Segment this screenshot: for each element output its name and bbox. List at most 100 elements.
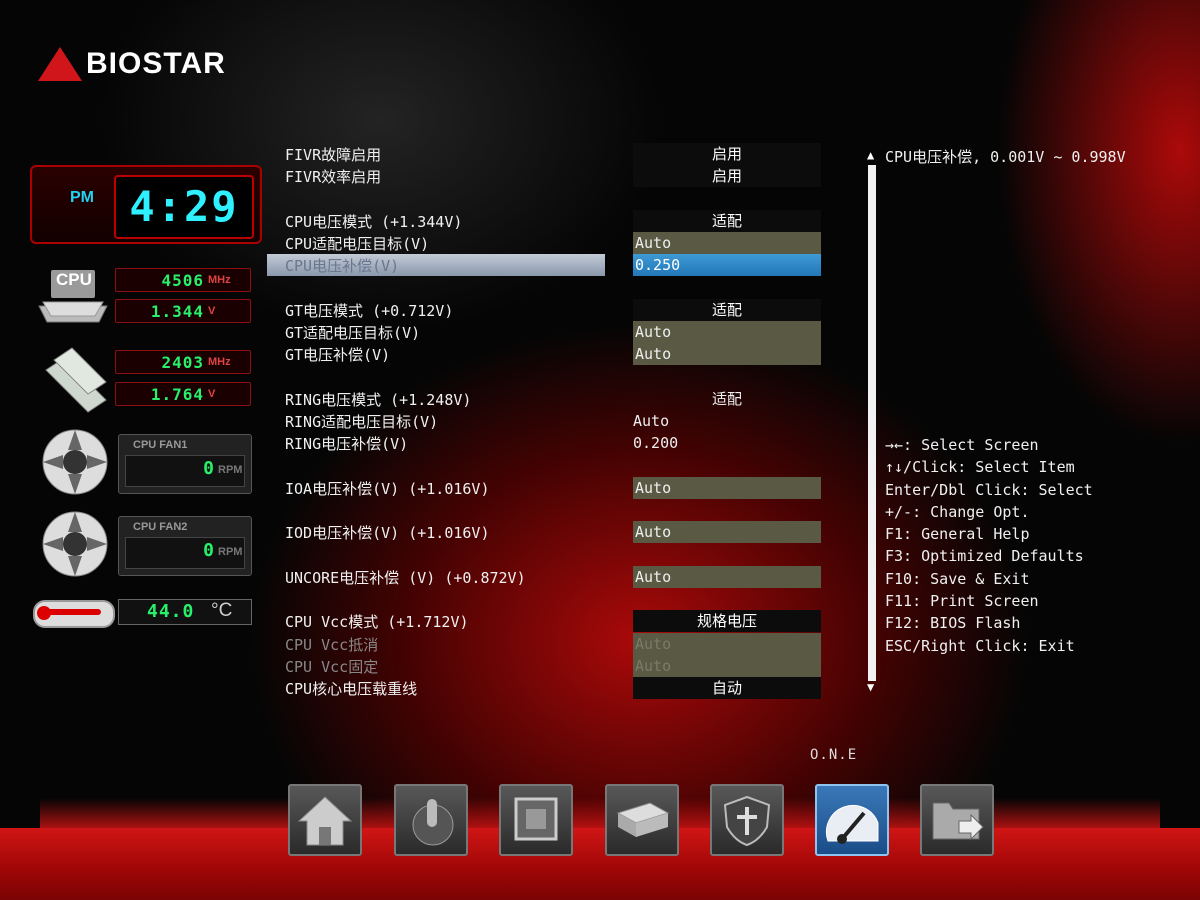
- setting-cpu-adaptive-target[interactable]: CPU适配电压目标(V) Auto: [285, 232, 825, 254]
- setting-iod-voltage-offset[interactable]: IOD电压补偿(V) (+1.016V) Auto: [285, 521, 825, 543]
- fan-display: 0 RPM: [125, 537, 245, 569]
- clock-panel: PM 4:29: [30, 165, 262, 244]
- scroll-down-arrow-icon[interactable]: ▼: [867, 680, 874, 694]
- setting-label: CPU核心电压载重线: [285, 680, 418, 698]
- fan-title: CPU FAN1: [133, 439, 188, 451]
- key-hint: F10: Save & Exit: [885, 569, 1030, 588]
- key-hint: ↑↓/Click: Select Item: [885, 458, 1075, 477]
- setting-cpu-vcc-mode[interactable]: CPU Vcc模式 (+1.712V) 规格电压: [285, 610, 825, 632]
- setting-cpu-core-loadline[interactable]: CPU核心电压载重线 自动: [285, 677, 825, 699]
- key-hint: →←: Select Screen: [885, 436, 1039, 454]
- setting-label: IOD电压补偿(V) (+1.016V): [285, 524, 490, 542]
- joystick-icon: [412, 799, 454, 846]
- setting-value[interactable]: 适配: [633, 388, 821, 410]
- speedometer-icon: [825, 804, 879, 844]
- memory-voltage-unit: V: [208, 388, 216, 400]
- brand-name: BIOSTAR: [86, 47, 226, 80]
- setting-cpu-vcc-offset: CPU Vcc抵消 Auto: [285, 633, 825, 655]
- memory-frequency-value: 2403: [161, 352, 204, 372]
- setting-value[interactable]: Auto: [633, 521, 821, 543]
- key-hint: F11: Print Screen: [885, 592, 1039, 611]
- help-description: CPU电压补偿, 0.001V ~ 0.998V: [885, 148, 1126, 166]
- nav-chipset-button[interactable]: [499, 784, 573, 856]
- setting-label: RING适配电压目标(V): [285, 413, 439, 431]
- temperature-unit: °C: [211, 600, 233, 621]
- nav-boot-button[interactable]: [605, 784, 679, 856]
- memory-voltage-readout: 1.764 V: [115, 382, 251, 406]
- thermometer-bulb: [37, 606, 51, 620]
- scrollbar-thumb[interactable]: [868, 165, 876, 681]
- setting-value[interactable]: Auto: [633, 321, 821, 343]
- setting-label: UNCORE电压补偿 (V) (+0.872V): [285, 569, 526, 587]
- setting-value[interactable]: Auto: [633, 232, 821, 254]
- fan-icon: [42, 429, 108, 495]
- setting-value: Auto: [633, 655, 821, 677]
- nav-one-button[interactable]: [815, 784, 889, 856]
- drives-icon: [616, 802, 670, 837]
- setting-value[interactable]: 自动: [633, 677, 821, 699]
- setting-ring-voltage-offset[interactable]: RING电压补偿(V) 0.200: [285, 432, 825, 454]
- setting-value[interactable]: 启用: [633, 143, 821, 165]
- setting-value[interactable]: Auto: [633, 343, 821, 365]
- setting-label: IOA电压补偿(V) (+1.016V): [285, 480, 490, 498]
- setting-value[interactable]: 启用: [633, 165, 821, 187]
- nav-security-button[interactable]: [710, 784, 784, 856]
- setting-label: FIVR效率启用: [285, 168, 382, 186]
- setting-gt-adaptive-target[interactable]: GT适配电压目标(V) Auto: [285, 321, 825, 343]
- setting-value[interactable]: Auto: [633, 477, 821, 499]
- key-hint: +/-: Change Opt.: [885, 502, 1030, 521]
- nav-main-button[interactable]: [288, 784, 362, 856]
- setting-label: GT电压模式 (+0.712V): [285, 302, 454, 320]
- setting-value[interactable]: 适配: [633, 299, 821, 321]
- setting-uncore-voltage-offset[interactable]: UNCORE电压补偿 (V) (+0.872V) Auto: [285, 566, 825, 588]
- setting-fivr-efficiency[interactable]: FIVR效率启用 启用: [285, 165, 825, 187]
- cpu-voltage-readout: 1.344 V: [115, 299, 251, 323]
- memory-icon: [45, 347, 107, 413]
- setting-fivr-fault[interactable]: FIVR故障启用 启用: [285, 143, 825, 165]
- setting-label: CPU Vcc模式 (+1.712V): [285, 613, 469, 631]
- setting-label: CPU电压模式 (+1.344V): [285, 213, 463, 231]
- setting-value[interactable]: 适配: [633, 210, 821, 232]
- fan-icon: [42, 511, 108, 577]
- fan-speed-unit: RPM: [218, 546, 243, 558]
- folder-exit-icon: [932, 802, 984, 841]
- setting-gt-voltage-mode[interactable]: GT电压模式 (+0.712V) 适配: [285, 299, 825, 321]
- fan-speed-value: 0: [203, 458, 214, 479]
- setting-ring-voltage-mode[interactable]: RING电压模式 (+1.248V) 适配: [285, 388, 825, 410]
- setting-label: RING电压模式 (+1.248V): [285, 391, 472, 409]
- setting-value[interactable]: 0.250: [633, 254, 821, 276]
- chip-icon: [514, 797, 558, 841]
- setting-label: CPU电压补偿(V): [285, 257, 400, 275]
- key-hint: F1: General Help: [885, 525, 1030, 544]
- cpu-frequency-value: 4506: [161, 270, 204, 290]
- cpu-voltage-unit: V: [208, 305, 216, 317]
- nav-save-exit-button[interactable]: [920, 784, 994, 856]
- setting-label: FIVR故障启用: [285, 146, 382, 164]
- memory-frequency-readout: 2403 MHz: [115, 350, 251, 374]
- key-legend: →←: Select Screen ↑↓/Click: Select Item …: [885, 434, 1093, 657]
- shield-icon: [723, 795, 771, 847]
- active-tab-label: O.N.E: [810, 747, 858, 763]
- cpu-frequency-unit: MHz: [208, 274, 231, 286]
- setting-label: GT电压补偿(V): [285, 346, 391, 364]
- cpu-fan2-monitor: CPU FAN2 0 RPM: [118, 516, 252, 576]
- nav-advanced-button[interactable]: [394, 784, 468, 856]
- fan-speed-unit: RPM: [218, 464, 243, 476]
- home-icon: [297, 796, 353, 846]
- setting-label: GT适配电压目标(V): [285, 324, 421, 342]
- cpu-frequency-readout: 4506 MHz: [115, 268, 251, 292]
- setting-label: RING电压补偿(V): [285, 435, 409, 453]
- setting-value[interactable]: 规格电压: [633, 610, 821, 632]
- setting-ring-adaptive-target[interactable]: RING适配电压目标(V) Auto: [285, 410, 825, 432]
- setting-value[interactable]: Auto: [633, 410, 821, 432]
- setting-cpu-voltage-offset[interactable]: CPU电压补偿(V) 0.250: [267, 254, 825, 276]
- thermometer-icon: [33, 600, 115, 628]
- scroll-up-arrow-icon[interactable]: ▲: [867, 148, 874, 162]
- bottom-band: [0, 798, 1200, 900]
- setting-label: CPU Vcc抵消: [285, 636, 379, 654]
- setting-gt-voltage-offset[interactable]: GT电压补偿(V) Auto: [285, 343, 825, 365]
- setting-cpu-voltage-mode[interactable]: CPU电压模式 (+1.344V) 适配: [285, 210, 825, 232]
- setting-ioa-voltage-offset[interactable]: IOA电压补偿(V) (+1.016V) Auto: [285, 477, 825, 499]
- setting-value[interactable]: 0.200: [633, 432, 821, 454]
- setting-value[interactable]: Auto: [633, 566, 821, 588]
